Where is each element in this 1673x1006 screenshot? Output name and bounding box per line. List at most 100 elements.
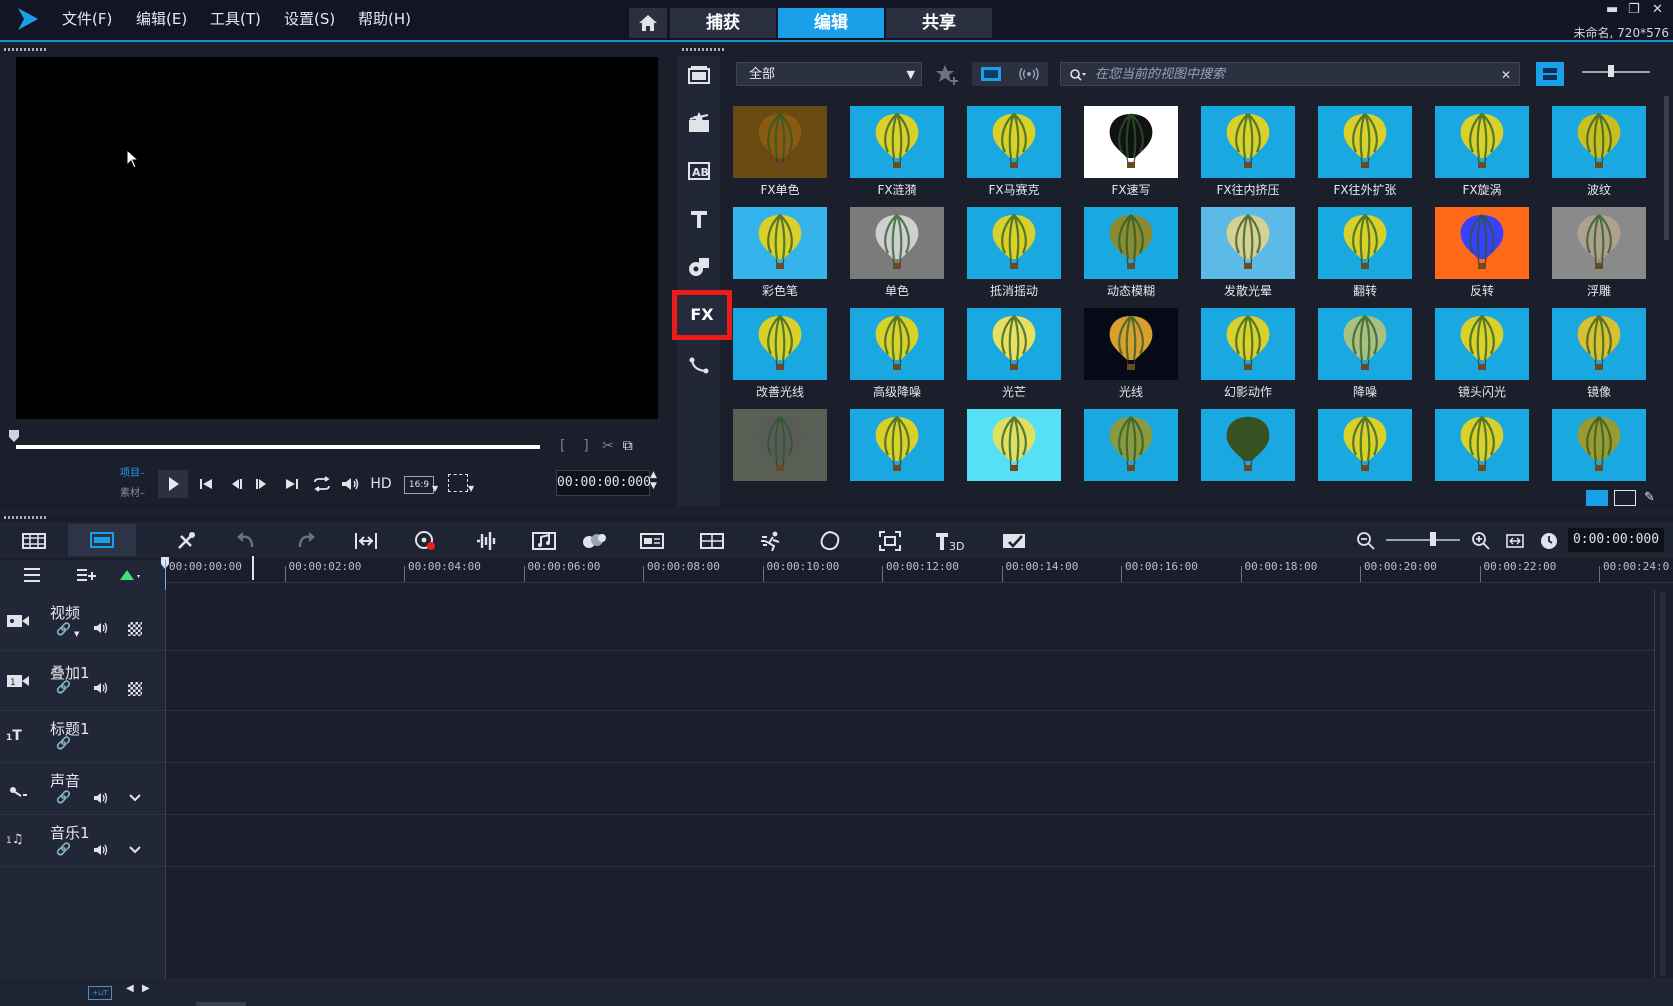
previous-frame-button[interactable] [224, 472, 248, 496]
multi-camera-icon[interactable] [698, 528, 726, 554]
preview-screen[interactable] [16, 57, 658, 419]
instant-project-icon[interactable] [684, 108, 714, 138]
ripple-link-icon[interactable]: 🔗 [56, 842, 71, 856]
expand-track-icon[interactable] [128, 842, 142, 856]
preview-range-marker[interactable] [252, 556, 254, 580]
zoom-in-icon[interactable] [1470, 530, 1492, 552]
menu-file[interactable]: 文件(F) [62, 8, 112, 29]
enlarge-preview-icon[interactable]: ⧉ [623, 438, 633, 454]
transition-icon[interactable]: AB [684, 156, 714, 186]
filter-thumbnail[interactable] [722, 409, 838, 486]
scroll-left-icon[interactable]: ◀ [126, 983, 134, 994]
chevron-down-icon[interactable]: ▼ [74, 630, 79, 638]
motion-tracking-icon[interactable] [580, 528, 608, 554]
tab-share[interactable]: 共享 [886, 8, 992, 38]
timeline-vertical-scrollbar[interactable] [1660, 592, 1666, 976]
mark-in-icon[interactable]: [ [560, 438, 565, 454]
menu-edit[interactable]: 编辑(E) [136, 8, 187, 29]
timecode-stepper[interactable]: ▲ ▼ [650, 470, 657, 492]
timeline-horizontal-scrollbar[interactable] [196, 1002, 246, 1006]
scrub-handle[interactable] [8, 429, 20, 443]
zoom-out-icon[interactable] [1355, 530, 1377, 552]
filter-thumbnail[interactable]: 单色 [839, 207, 955, 307]
clip-mode-label[interactable]: 素材– [120, 484, 145, 499]
go-to-start-button[interactable] [194, 472, 218, 496]
filter-thumbnail[interactable]: FX往外扩张 [1307, 106, 1423, 206]
filter-thumbnail[interactable] [1424, 409, 1540, 486]
add-favorite-icon[interactable] [934, 62, 960, 86]
filter-thumbnail[interactable]: 幻影动作 [1190, 308, 1306, 408]
video-track[interactable] [0, 590, 1655, 651]
filter-thumbnail[interactable]: 光芒 [956, 308, 1072, 408]
filter-thumbnail[interactable]: 镜头闪光 [1424, 308, 1540, 408]
hd-preview-button[interactable]: HD [366, 472, 396, 496]
mask-creator-icon[interactable] [816, 528, 844, 554]
view-toggle-button[interactable] [1536, 62, 1564, 86]
chevron-down-icon[interactable]: ▼ [468, 484, 474, 493]
aspect-ratio-button[interactable]: 16:9 [404, 476, 434, 494]
path-icon[interactable] [684, 350, 714, 380]
time-remapping-icon[interactable] [758, 528, 786, 554]
menu-settings[interactable]: 设置(S) [284, 8, 335, 29]
record-capture-icon[interactable] [412, 528, 440, 554]
next-frame-button[interactable] [250, 472, 274, 496]
pan-zoom-icon[interactable] [876, 528, 904, 554]
show-video-icon[interactable] [980, 66, 1002, 82]
filter-thumbnail[interactable]: FX单色 [722, 106, 838, 206]
filter-thumbnail[interactable] [1307, 409, 1423, 486]
play-button[interactable] [158, 470, 188, 498]
timeline-zoom-slider[interactable] [1386, 539, 1460, 541]
repeat-button[interactable] [310, 472, 334, 496]
filter-thumbnail[interactable] [839, 409, 955, 486]
minimize-icon[interactable]: ▬ [1606, 2, 1618, 17]
fit-project-icon[interactable] [352, 528, 380, 554]
panel-grip[interactable] [4, 48, 48, 51]
scrub-bar[interactable] [16, 445, 540, 449]
redo-icon[interactable] [292, 528, 320, 554]
media-library-icon[interactable] [684, 60, 714, 90]
subtitle-editor-icon[interactable] [638, 528, 666, 554]
chevron-down-icon[interactable]: ▼ [432, 484, 438, 493]
track-mute-icon[interactable] [92, 790, 110, 806]
track-transparency-icon[interactable] [128, 622, 142, 636]
filter-thumbnail[interactable]: FX速写 [1073, 106, 1189, 206]
thumbnail-size-slider[interactable] [1582, 71, 1650, 73]
filter-thumbnail[interactable]: 高级降噪 [839, 308, 955, 408]
tab-edit[interactable]: 编辑 [778, 8, 884, 38]
filter-thumbnail[interactable]: 反转 [1424, 207, 1540, 307]
track-transparency-icon[interactable] [128, 682, 142, 696]
timeline-zoom-toggle-icon[interactable]: +⊔T [88, 986, 112, 1000]
library-view-mode-icon[interactable] [1586, 490, 1608, 506]
go-to-end-button[interactable] [280, 472, 304, 496]
filter-thumbnail[interactable] [1190, 409, 1306, 486]
ripple-link-icon[interactable]: 🔗 [56, 736, 71, 750]
add-track-icon[interactable] [74, 566, 98, 584]
library-split-view-icon[interactable] [1614, 490, 1636, 506]
preview-timecode[interactable]: 00:00:00:000 [556, 470, 651, 496]
3d-title-editor-icon[interactable]: 3D [934, 528, 966, 554]
volume-button[interactable] [338, 472, 362, 496]
thumbnail-size-handle[interactable] [1608, 65, 1614, 77]
voice-track[interactable] [0, 762, 1655, 815]
menu-help[interactable]: 帮助(H) [358, 8, 411, 29]
filter-thumbnail[interactable]: 翻转 [1307, 207, 1423, 307]
filter-thumbnail[interactable]: 光线 [1073, 308, 1189, 408]
split-clip-icon[interactable]: ✂ [602, 438, 614, 454]
filter-thumbnail[interactable]: 抵消摇动 [956, 207, 1072, 307]
track-mute-icon[interactable] [92, 620, 110, 636]
filter-thumbnail[interactable]: 镜像 [1541, 308, 1657, 408]
chapter-point-icon[interactable] [116, 566, 144, 584]
filter-thumbnail[interactable]: 彩色笔 [722, 207, 838, 307]
expand-track-icon[interactable] [128, 790, 142, 804]
auto-music-icon[interactable] [530, 528, 558, 554]
filter-thumbnail[interactable]: 降噪 [1307, 308, 1423, 408]
filter-thumbnail[interactable]: 浮雕 [1541, 207, 1657, 307]
timeline-zoom-handle[interactable] [1430, 532, 1436, 546]
track-manager-icon[interactable] [20, 566, 44, 584]
panel-grip[interactable] [682, 48, 726, 51]
filter-thumbnail[interactable] [1541, 409, 1657, 486]
project-mode-label[interactable]: 项目– [120, 464, 145, 479]
scroll-right-icon[interactable]: ▶ [142, 983, 150, 994]
mark-out-icon[interactable]: ] [583, 438, 588, 454]
storyboard-view-icon[interactable] [20, 528, 48, 554]
